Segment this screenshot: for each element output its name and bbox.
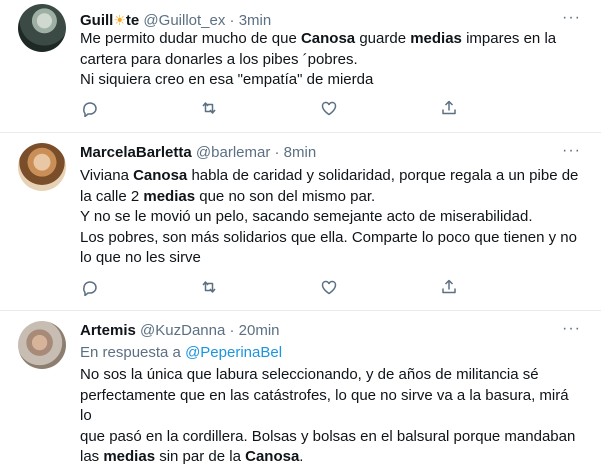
retweet-icon[interactable] bbox=[200, 98, 320, 118]
timestamp[interactable]: 8min bbox=[284, 144, 317, 161]
timestamp[interactable]: 3min bbox=[239, 12, 272, 29]
tweet[interactable]: MarcelaBarletta @barlemar · 8min ··· Viv… bbox=[0, 133, 601, 311]
tweet-text-line: No sos la única que labura seleccionando… bbox=[80, 365, 579, 386]
like-icon[interactable] bbox=[320, 277, 440, 297]
tweet-text-line: la calle 2 medias que no son del mismo p… bbox=[80, 187, 579, 208]
share-icon[interactable] bbox=[440, 277, 560, 297]
reply-icon[interactable] bbox=[80, 98, 200, 118]
text-run: perfectamente que en las catástrofes, lo… bbox=[80, 386, 569, 425]
user-handle[interactable]: @Guillot_ex bbox=[143, 12, 225, 29]
text-run: lo que no les sirve bbox=[80, 249, 201, 266]
separator-dot: · bbox=[229, 322, 235, 339]
avatar[interactable] bbox=[18, 143, 66, 191]
tweet-text: Viviana Canosa habla de caridad y solida… bbox=[80, 166, 579, 269]
text-run: Ni siquiera creo en esa "empatía" de mie… bbox=[80, 71, 374, 88]
tweet-text: No sos la única que labura seleccionando… bbox=[80, 365, 579, 468]
display-name[interactable]: MarcelaBarletta bbox=[80, 144, 192, 161]
text-run: guarde bbox=[355, 30, 411, 47]
text-run: Y no se le movió un pelo, sacando semeja… bbox=[80, 208, 533, 225]
display-name[interactable]: Guill☀te bbox=[80, 12, 139, 29]
sun-emoji-icon: ☀ bbox=[113, 12, 126, 28]
user-handle[interactable]: @barlemar bbox=[196, 144, 270, 161]
more-options-icon[interactable]: ··· bbox=[562, 319, 581, 339]
tweet-text-line: perfectamente que en las catástrofes, lo… bbox=[80, 386, 579, 427]
reply-mention-link[interactable]: @PeperinaBel bbox=[185, 344, 282, 361]
separator-dot: · bbox=[229, 12, 235, 29]
tweet-text-line: que pasó en la cordillera. Bolsas y bols… bbox=[80, 427, 579, 448]
tweet-text-line: lo que no les sirve bbox=[80, 248, 579, 269]
like-icon[interactable] bbox=[320, 98, 440, 118]
avatar[interactable] bbox=[18, 321, 66, 369]
tweet-header: MarcelaBarletta @barlemar · 8min bbox=[80, 143, 561, 163]
tweet-text-line: Los pobres, son más solidarios que ella.… bbox=[80, 228, 579, 249]
text-run: que pasó en la cordillera. Bolsas y bols… bbox=[80, 427, 576, 445]
tweet-header: Guill☀te @Guillot_ex · 3min bbox=[80, 10, 561, 31]
tweet[interactable]: Guill☀te @Guillot_ex · 3min ··· Me permi… bbox=[0, 0, 601, 133]
highlighted-keyword: Canosa bbox=[133, 167, 188, 184]
display-name[interactable]: Artemis bbox=[80, 322, 136, 339]
highlighted-keyword: medias bbox=[143, 187, 196, 205]
tweet-text-line: Ni siquiera creo en esa "empatía" de mie… bbox=[80, 70, 579, 91]
text-run: cartera para donarles a los pibes ´pobre… bbox=[80, 50, 358, 68]
text-run: Viviana bbox=[80, 167, 134, 184]
tweet-header: Artemis @KuzDanna · 20min bbox=[80, 321, 561, 341]
retweet-icon[interactable] bbox=[200, 277, 320, 297]
tweet-text: Me permito dudar mucho de que Canosa gua… bbox=[80, 29, 579, 91]
text-run: la calle 2 bbox=[80, 187, 144, 205]
tweet-text-line: Y no se le movió un pelo, sacando semeja… bbox=[80, 207, 579, 228]
reply-icon[interactable] bbox=[80, 277, 200, 297]
tweet[interactable]: Artemis @KuzDanna · 20min ··· En respues… bbox=[0, 311, 601, 465]
user-handle[interactable]: @KuzDanna bbox=[140, 322, 225, 339]
separator-dot: · bbox=[274, 144, 280, 161]
highlighted-keyword: medias bbox=[410, 30, 462, 47]
tweet-text-line: las medias sin par de la Canosa. bbox=[80, 447, 579, 468]
tweet-actions bbox=[80, 277, 560, 297]
share-icon[interactable] bbox=[440, 98, 560, 118]
text-run: impares en la bbox=[461, 30, 557, 47]
text-run: Los pobres, son más solidarios que ella.… bbox=[80, 228, 577, 246]
text-run: Me permito dudar mucho de que bbox=[80, 30, 301, 47]
more-options-icon[interactable]: ··· bbox=[562, 8, 581, 28]
tweet-text-line: cartera para donarles a los pibes ´pobre… bbox=[80, 50, 579, 71]
more-options-icon[interactable]: ··· bbox=[562, 141, 581, 161]
highlighted-keyword: Canosa bbox=[300, 30, 356, 47]
text-run: que no son del mismo par. bbox=[195, 187, 376, 205]
text-run: habla de caridad y solidaridad, porque r… bbox=[187, 167, 579, 184]
tweet-text-line: Viviana Canosa habla de caridad y solida… bbox=[80, 166, 579, 187]
text-run: No sos la única que labura seleccionando… bbox=[80, 366, 539, 383]
avatar[interactable] bbox=[18, 4, 66, 52]
reply-context: En respuesta a @PeperinaBel bbox=[80, 344, 283, 361]
tweet-text-line: Me permito dudar mucho de que Canosa gua… bbox=[80, 29, 579, 50]
timestamp[interactable]: 20min bbox=[239, 322, 280, 339]
tweet-actions bbox=[80, 98, 560, 118]
